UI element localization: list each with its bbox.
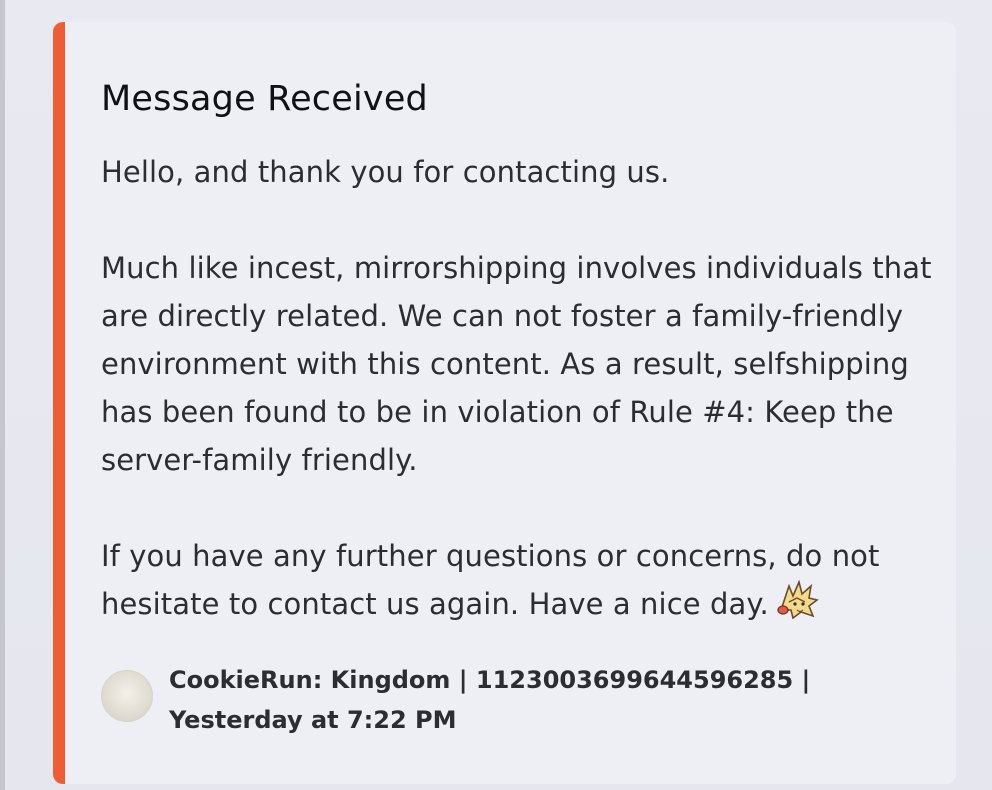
- embed-paragraph-greeting: Hello, and thank you for contacting us.: [101, 155, 670, 189]
- embed-footer: CookieRun: Kingdom | 1123003699644596285…: [101, 660, 951, 740]
- cookie-character-emoji-icon: [775, 579, 819, 620]
- embed-description: Hello, and thank you for contacting us. …: [101, 148, 941, 628]
- message-embed: Message Received Hello, and thank you fo…: [53, 22, 956, 784]
- embed-title: Message Received: [101, 79, 428, 119]
- embed-paragraph-ruling: Much like incest, mirrorshipping involve…: [101, 251, 932, 477]
- server-avatar-icon[interactable]: [101, 670, 153, 722]
- embed-footer-text: CookieRun: Kingdom | 1123003699644596285…: [169, 666, 811, 734]
- embed-paragraph-closing: If you have any further questions or con…: [101, 532, 941, 628]
- embed-accent-bar: [53, 22, 65, 784]
- embed-body: Message Received Hello, and thank you fo…: [101, 76, 941, 628]
- embed-closing-text: If you have any further questions or con…: [101, 539, 880, 621]
- message-reply-rail: [0, 0, 5, 790]
- chat-background: Message Received Hello, and thank you fo…: [0, 0, 992, 790]
